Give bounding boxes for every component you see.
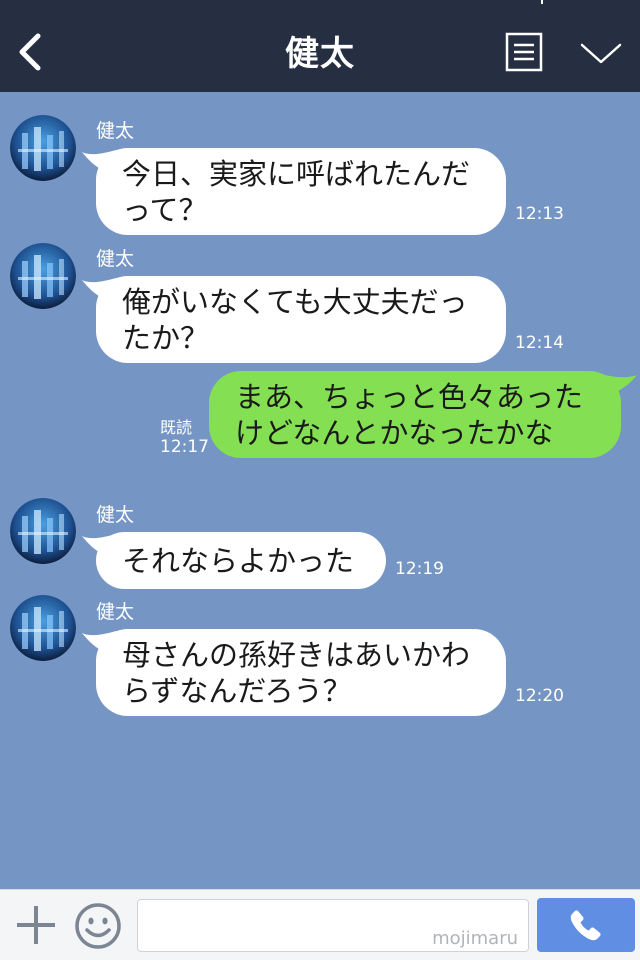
message-text: けどなんとかなったかな [235,415,554,450]
bubble-tail [597,373,637,397]
message-time: 12:17 [160,437,209,457]
avatar-photo-icon [10,498,76,564]
phone-icon [570,910,601,941]
message-time: 12:14 [515,333,564,353]
message-bubble-outgoing[interactable]: まあ、ちょっと色々あった けどなんとかなったかな [209,371,621,458]
message-bubble[interactable]: それならよかった [96,532,386,589]
message-text: 母さんの孫好きはあいかわ [122,637,471,672]
chevron-down-icon [580,43,622,64]
avatar[interactable] [10,115,76,181]
collapse-button[interactable] [578,36,624,70]
sender-name: 健太 [96,601,135,623]
message-text: 今日、実家に呼ばれたんだ [122,156,471,191]
message-text: まあ、ちょっと色々あった [235,379,584,414]
avatar[interactable] [10,595,76,661]
plus-button[interactable] [14,903,58,947]
plus-icon [17,906,55,944]
menu-button[interactable] [505,32,543,72]
chat-title: 健太 [285,34,355,74]
avatar[interactable] [10,243,76,309]
avatar-photo-icon [10,243,76,309]
message-text: たか？ [122,320,210,355]
read-receipt: 既読 [160,418,193,437]
emoji-button[interactable] [73,901,123,951]
message-bubble[interactable]: 母さんの孫好きはあいかわ らずなんだろう？ [96,629,506,716]
message-bubble[interactable]: 俺がいなくても大丈夫だっ たか？ [96,276,506,363]
sender-name: 健太 [96,120,135,142]
sender-name: 健太 [96,248,135,270]
input-bar: mojimaru [0,889,640,960]
message-time: 12:13 [515,204,564,224]
chat-header: 健太 [0,0,640,92]
status-bar-fragment [541,0,543,4]
chat-area[interactable]: 健太 今日、実家に呼ばれたんだ って？ 12:13 健太 俺がいなくても大丈夫だ… [0,92,640,889]
avatar-photo-icon [10,115,76,181]
watermark-text: mojimaru [432,928,518,949]
smiley-icon [75,903,121,949]
menu-list-icon [505,32,543,72]
sender-name: 健太 [96,504,135,526]
message-input[interactable]: mojimaru [137,899,529,952]
message-text: らずなんだろう？ [122,673,352,708]
message-time: 12:20 [515,686,564,706]
avatar[interactable] [10,498,76,564]
avatar-photo-icon [10,595,76,661]
call-button[interactable] [537,898,635,952]
message-bubble[interactable]: 今日、実家に呼ばれたんだ って？ [96,148,506,235]
message-text: って？ [122,192,208,227]
message-time: 12:19 [395,559,444,579]
message-text: 俺がいなくても大丈夫だっ [122,284,468,319]
message-text: それならよかった [122,543,355,578]
